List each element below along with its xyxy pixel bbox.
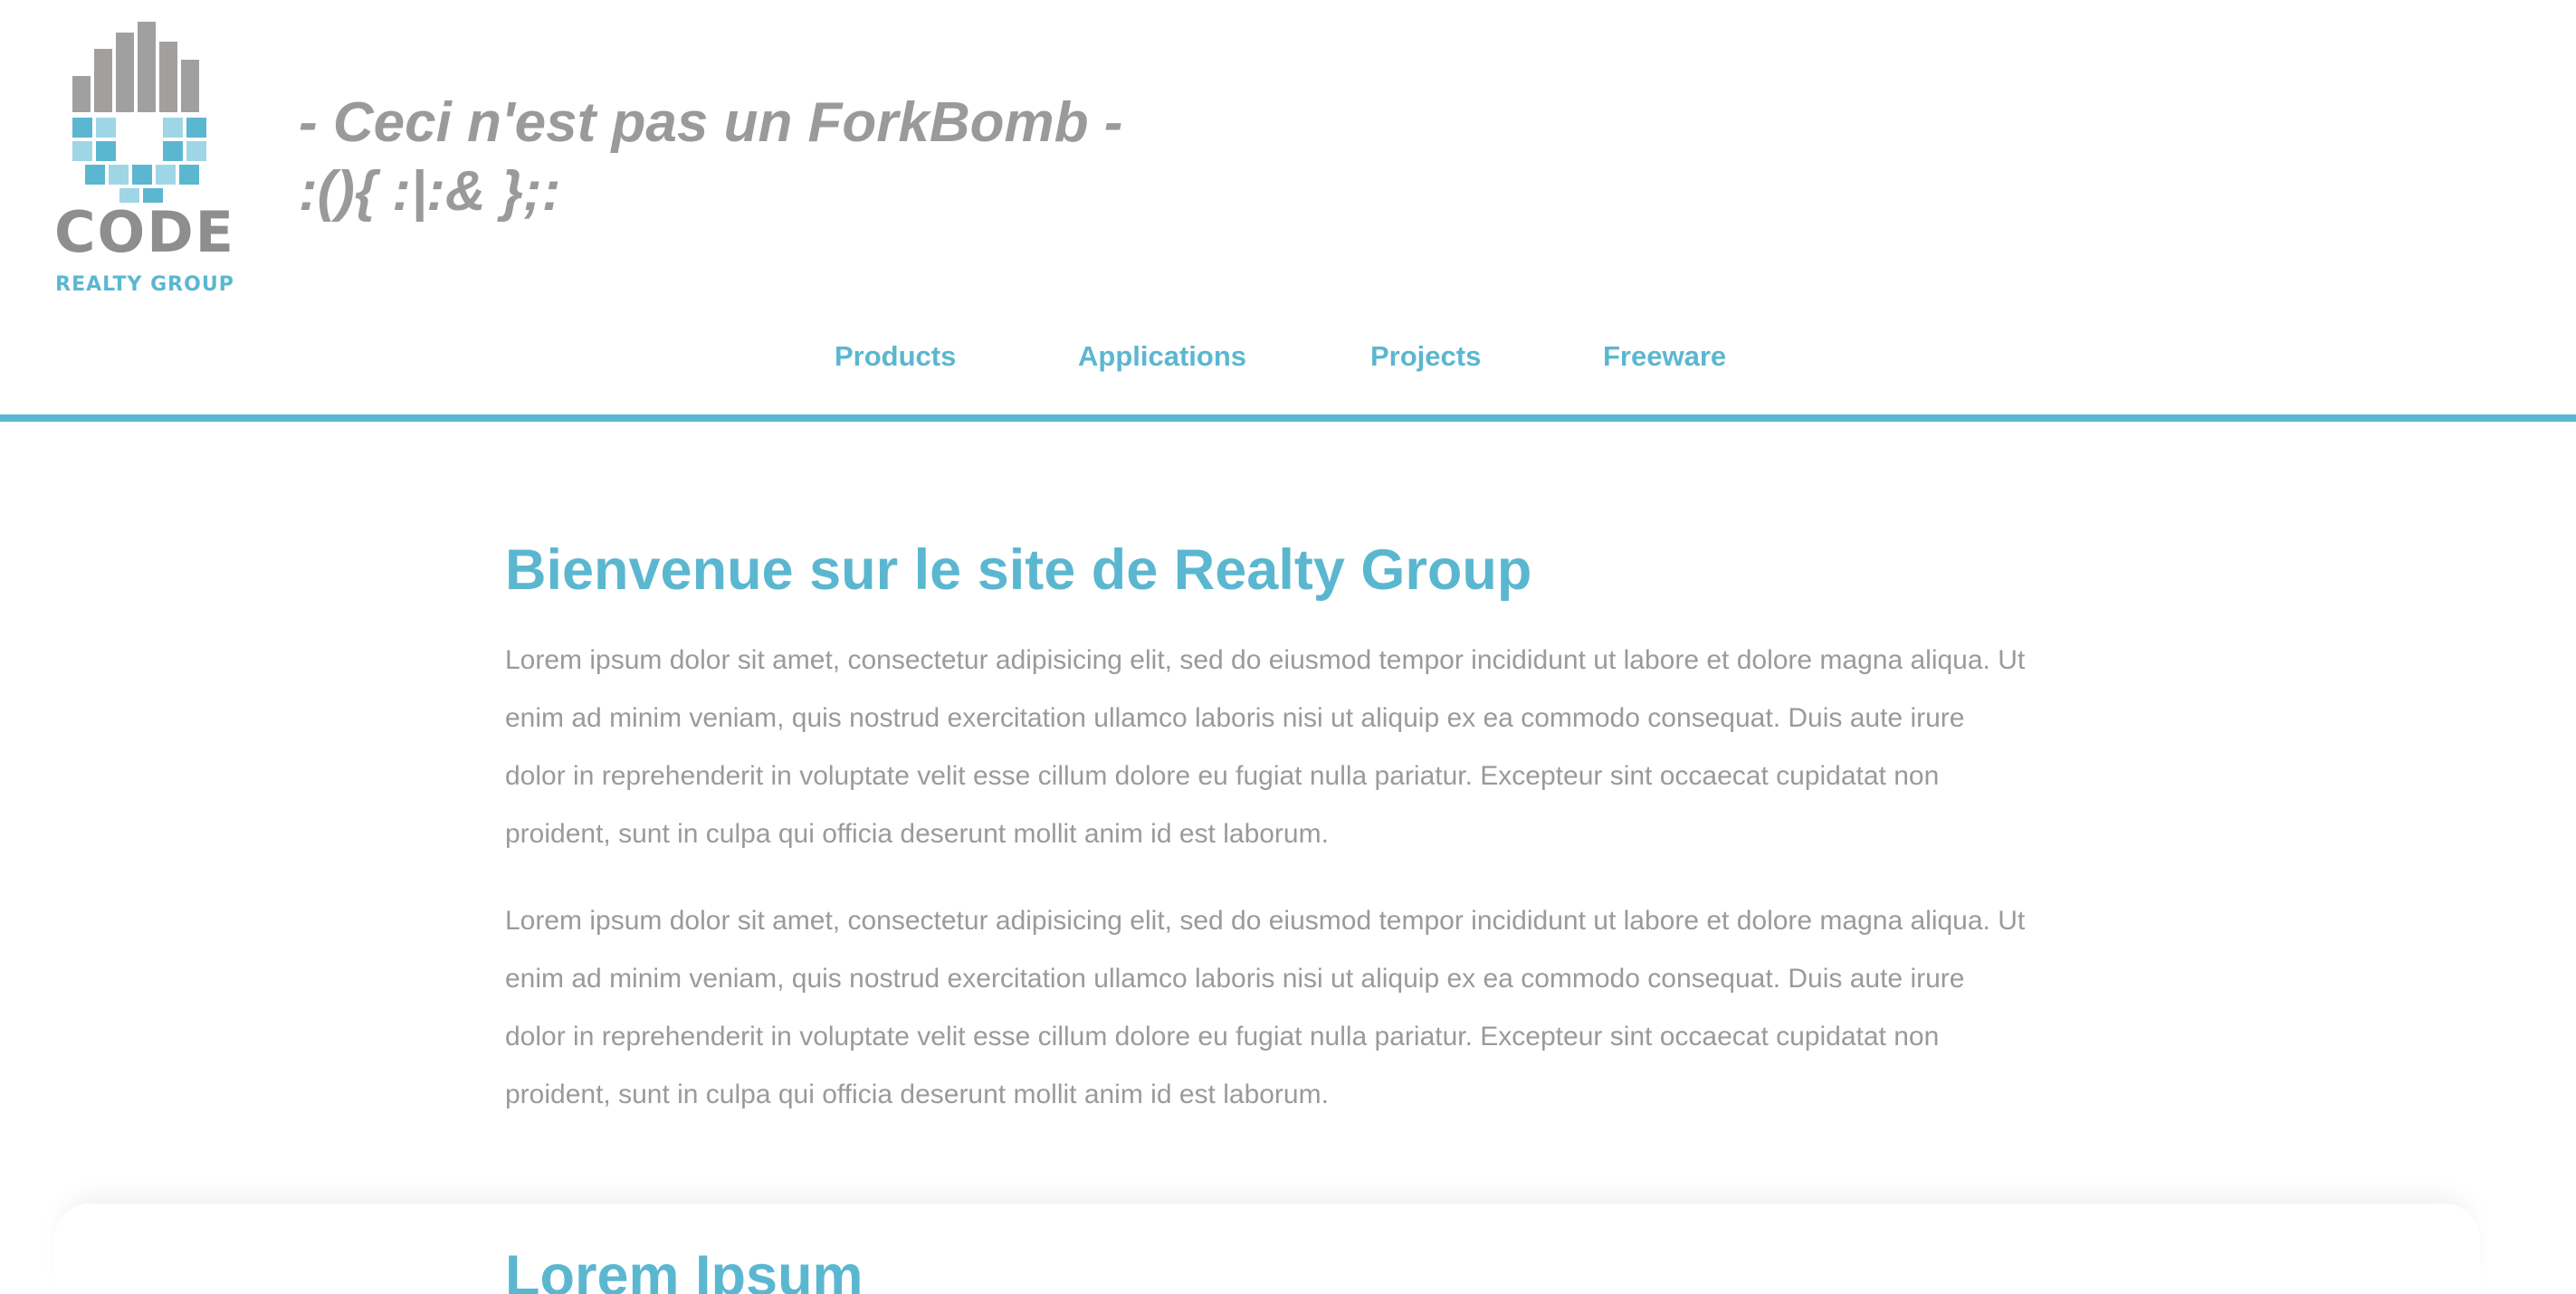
code-realty-group-logo[interactable]: CODE REALTY GROUP — [54, 13, 236, 295]
tagline-line-1: - Ceci n'est pas un ForkBomb - — [299, 91, 1123, 154]
section-card — [54, 1204, 2480, 1294]
logo-wordmark: CODE — [54, 199, 236, 265]
intro-paragraph-1: Lorem ipsum dolor sit amet, consectetur … — [505, 645, 2026, 849]
section-title: Lorem Ipsum — [505, 1244, 863, 1294]
site-tagline: - Ceci n'est pas un ForkBomb - :(){ :|:&… — [299, 89, 1122, 226]
page-title: Bienvenue sur le site de Realty Group — [505, 538, 1532, 602]
intro-paragraph-2: Lorem ipsum dolor sit amet, consectetur … — [505, 906, 2026, 1109]
logo-mark-icon — [72, 22, 206, 203]
nav-divider — [0, 414, 2576, 422]
main-nav: Products Applications Projects Freeware — [0, 340, 2576, 385]
main-content: Bienvenue sur le site de Realty Group Lo… — [505, 528, 2044, 1124]
tagline-line-2: :(){ :|:& };: — [299, 160, 561, 223]
nav-item-freeware[interactable]: Freeware — [1603, 340, 1726, 373]
nav-item-products[interactable]: Products — [835, 340, 956, 373]
nav-item-projects[interactable]: Projects — [1370, 340, 1481, 373]
logo-subtitle: REALTY GROUP — [55, 273, 234, 296]
site-header: CODE REALTY GROUP - Ceci n'est pas un Fo… — [0, 0, 2576, 422]
nav-item-applications[interactable]: Applications — [1078, 340, 1246, 373]
